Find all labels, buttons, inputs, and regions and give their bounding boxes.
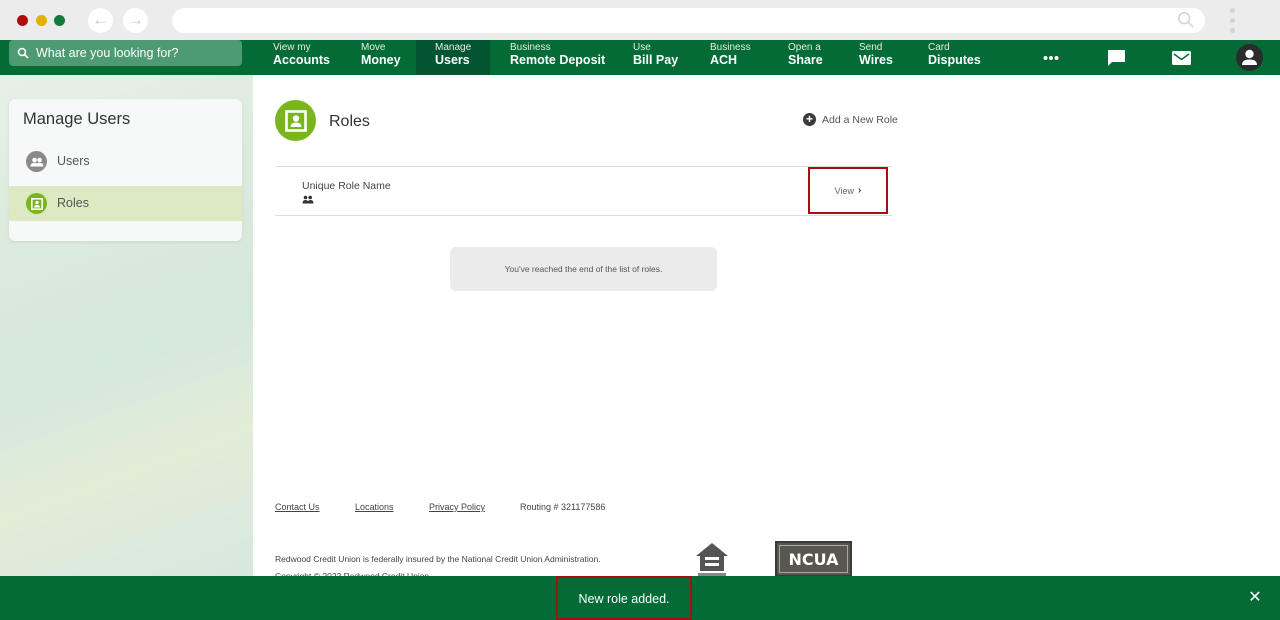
- sidebar-title: Manage Users: [23, 110, 131, 128]
- nav-label-small: Use: [633, 42, 651, 53]
- arrow-right-icon: →: [127, 10, 144, 29]
- users-group-icon: [26, 151, 47, 172]
- search-icon: [17, 47, 29, 59]
- nav-label-big: Disputes: [928, 53, 981, 67]
- roles-header-icon: [275, 100, 316, 141]
- chat-bubble-icon: [1107, 49, 1125, 66]
- nav-card-disputes[interactable]: Card Disputes: [928, 40, 981, 75]
- nav-bill-pay[interactable]: Use Bill Pay: [633, 40, 678, 75]
- close-icon[interactable]: ✕: [1247, 590, 1263, 606]
- nav-label-small: Business: [710, 42, 751, 53]
- role-name: Unique Role Name: [302, 180, 391, 192]
- insured-statement: Redwood Credit Union is federally insure…: [275, 554, 601, 564]
- browser-menu-button[interactable]: [1230, 8, 1236, 34]
- window-maximize-dot[interactable]: [54, 15, 65, 26]
- nav-move-money[interactable]: Move Money: [361, 40, 401, 75]
- global-search-input[interactable]: What are you looking for?: [9, 40, 242, 66]
- end-of-list-message: You've reached the end of the list of ro…: [450, 247, 717, 291]
- sidebar-item-roles[interactable]: Roles: [9, 186, 242, 221]
- ncua-logo: NCUA: [775, 541, 852, 577]
- mail-button[interactable]: [1170, 40, 1192, 75]
- nav-label-big: ACH: [710, 53, 738, 67]
- nav-label-big: Bill Pay: [633, 53, 679, 67]
- nav-label-small: Open a: [788, 42, 821, 53]
- address-bar[interactable]: [172, 8, 1205, 33]
- nav-label-big: Money: [361, 53, 401, 67]
- nav-open-share[interactable]: Open a Share: [788, 40, 823, 75]
- arrow-left-icon: ←: [92, 10, 109, 29]
- role-badge-icon: [26, 193, 47, 214]
- window-close-dot[interactable]: [17, 15, 28, 26]
- nav-label-small: Card: [928, 42, 950, 53]
- nav-label-big: Accounts: [273, 53, 330, 67]
- sidebar-item-label: Users: [57, 154, 90, 168]
- plus-circle-icon: +: [803, 113, 816, 126]
- top-navigation: What are you looking for? View my Accoun…: [0, 40, 1280, 75]
- nav-ach[interactable]: Business ACH: [710, 40, 751, 75]
- sidebar-item-label: Roles: [57, 196, 89, 210]
- search-placeholder: What are you looking for?: [36, 46, 179, 60]
- footer-link-locations[interactable]: Locations: [355, 502, 394, 512]
- nav-manage-users[interactable]: Manage Users: [416, 40, 490, 75]
- nav-view-accounts[interactable]: View my Accounts: [273, 40, 330, 75]
- chevron-right-icon: ›: [858, 185, 862, 196]
- window-minimize-dot[interactable]: [36, 15, 47, 26]
- toast-notification: New role added. ✕: [0, 576, 1280, 620]
- forward-button[interactable]: →: [123, 8, 148, 33]
- nav-label-small: Send: [859, 42, 883, 53]
- nav-label-small: Business: [510, 42, 551, 53]
- nav-label-big: Users: [435, 53, 470, 67]
- nav-label-big: Share: [788, 53, 823, 67]
- nav-label-big: Wires: [859, 53, 893, 67]
- more-menu-button[interactable]: [1040, 40, 1062, 75]
- page-title: Roles: [329, 113, 370, 130]
- nav-send-wires[interactable]: Send Wires: [859, 40, 893, 75]
- footer-link-privacy-policy[interactable]: Privacy Policy: [429, 502, 485, 512]
- sidebar-item-users[interactable]: Users: [9, 144, 242, 179]
- equal-housing-lender-icon: [696, 543, 728, 576]
- user-avatar-icon: [1235, 44, 1263, 71]
- sidebar-card: Manage Users Users Roles: [9, 99, 242, 241]
- toast-message: New role added.: [556, 576, 692, 620]
- view-label: View: [834, 185, 854, 196]
- nav-label-small: View my: [273, 42, 311, 53]
- add-new-role-button[interactable]: + Add a New Role: [803, 113, 898, 126]
- users-group-icon: [302, 195, 314, 204]
- nav-label-big: Remote Deposit: [510, 53, 606, 67]
- browser-chrome: ← →: [0, 0, 1280, 40]
- profile-button[interactable]: [1235, 40, 1263, 75]
- routing-number: Routing # 321177586: [520, 502, 606, 512]
- add-role-label: Add a New Role: [822, 113, 898, 126]
- nav-label-small: Manage: [435, 42, 472, 53]
- messages-button[interactable]: [1105, 40, 1127, 75]
- envelope-icon: [1171, 50, 1191, 65]
- back-button[interactable]: ←: [88, 8, 113, 33]
- footer-link-contact-us[interactable]: Contact Us: [275, 502, 320, 512]
- view-role-button[interactable]: View ›: [808, 167, 888, 214]
- role-list-item: Unique Role Name View ›: [275, 166, 892, 216]
- search-icon: [1177, 11, 1194, 28]
- nav-remote-deposit[interactable]: Business Remote Deposit: [510, 40, 605, 75]
- nav-label-small: Move: [361, 42, 386, 53]
- more-dots-icon: [1043, 55, 1059, 60]
